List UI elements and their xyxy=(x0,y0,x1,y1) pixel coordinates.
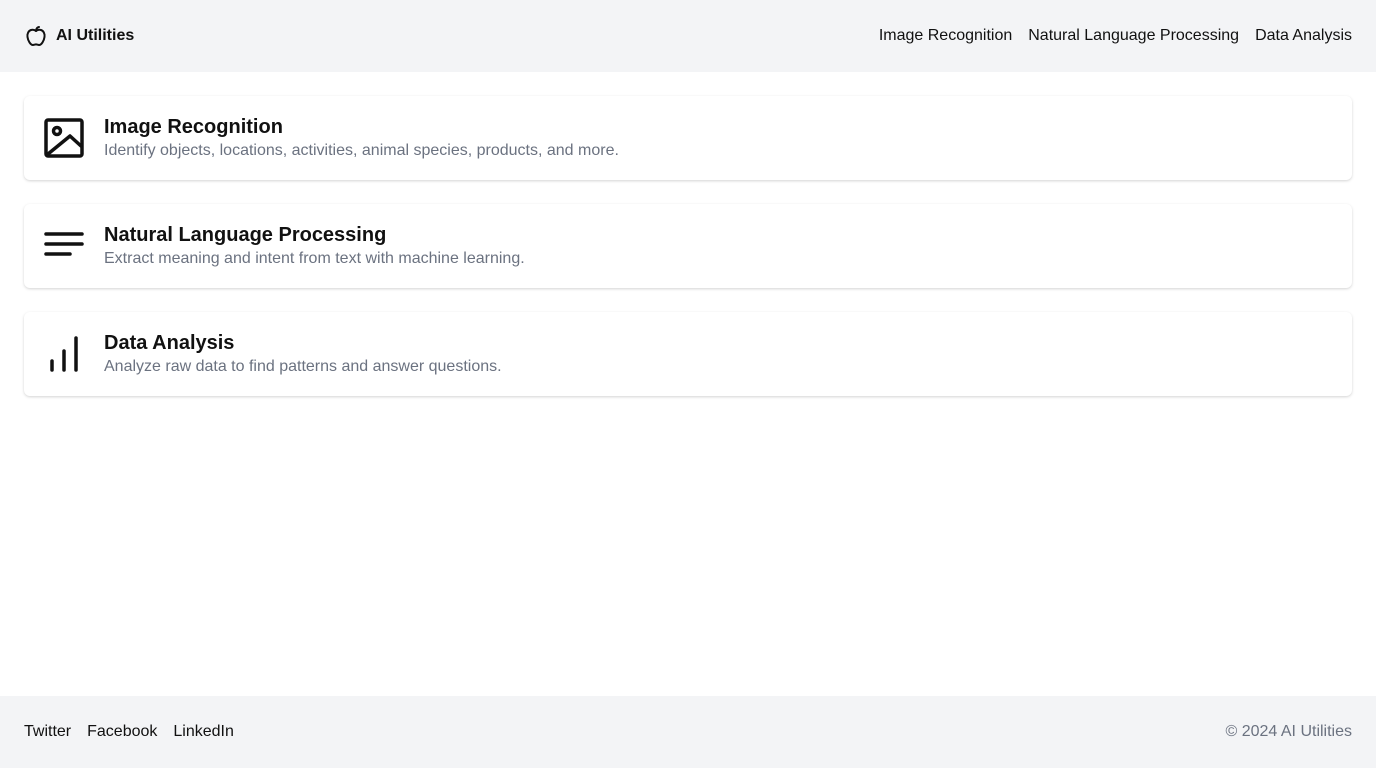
main-nav: Image Recognition Natural Language Proce… xyxy=(879,27,1352,45)
card-title: Natural Language Processing xyxy=(104,224,387,246)
card-description: Extract meaning and intent from text wit… xyxy=(104,250,525,267)
brand-name: AI Utilities xyxy=(56,27,135,44)
service-card-nlp[interactable]: Natural Language Processing Extract mean… xyxy=(24,204,1352,288)
copyright-text: © 2024 AI Utilities xyxy=(1225,723,1352,740)
service-card-data-analysis[interactable]: Data Analysis Analyze raw data to find p… xyxy=(24,312,1352,396)
card-title: Image Recognition xyxy=(104,116,283,138)
nav-link-nlp[interactable]: Natural Language Processing xyxy=(1028,27,1239,45)
bar-chart-icon xyxy=(44,334,84,374)
social-link-linkedin[interactable]: LinkedIn xyxy=(173,723,234,741)
site-footer: Twitter Facebook LinkedIn © 2024 AI Util… xyxy=(0,696,1376,768)
text-lines-icon xyxy=(44,226,84,266)
apple-icon xyxy=(24,24,48,48)
social-links: Twitter Facebook LinkedIn xyxy=(24,723,234,741)
service-card-image-recognition[interactable]: Image Recognition Identify objects, loca… xyxy=(24,96,1352,180)
image-icon xyxy=(44,118,84,158)
social-link-twitter[interactable]: Twitter xyxy=(24,723,71,741)
nav-link-data-analysis[interactable]: Data Analysis xyxy=(1255,27,1352,45)
brand[interactable]: AI Utilities xyxy=(24,24,134,48)
social-link-facebook[interactable]: Facebook xyxy=(87,723,157,741)
card-description: Identify objects, locations, activities,… xyxy=(104,142,619,159)
services-list: Image Recognition Identify objects, loca… xyxy=(24,96,1352,396)
card-title: Data Analysis xyxy=(104,332,235,354)
nav-link-image-recognition[interactable]: Image Recognition xyxy=(879,27,1012,45)
card-description: Analyze raw data to find patterns and an… xyxy=(104,358,502,375)
site-header: AI Utilities Image Recognition Natural L… xyxy=(0,0,1376,72)
